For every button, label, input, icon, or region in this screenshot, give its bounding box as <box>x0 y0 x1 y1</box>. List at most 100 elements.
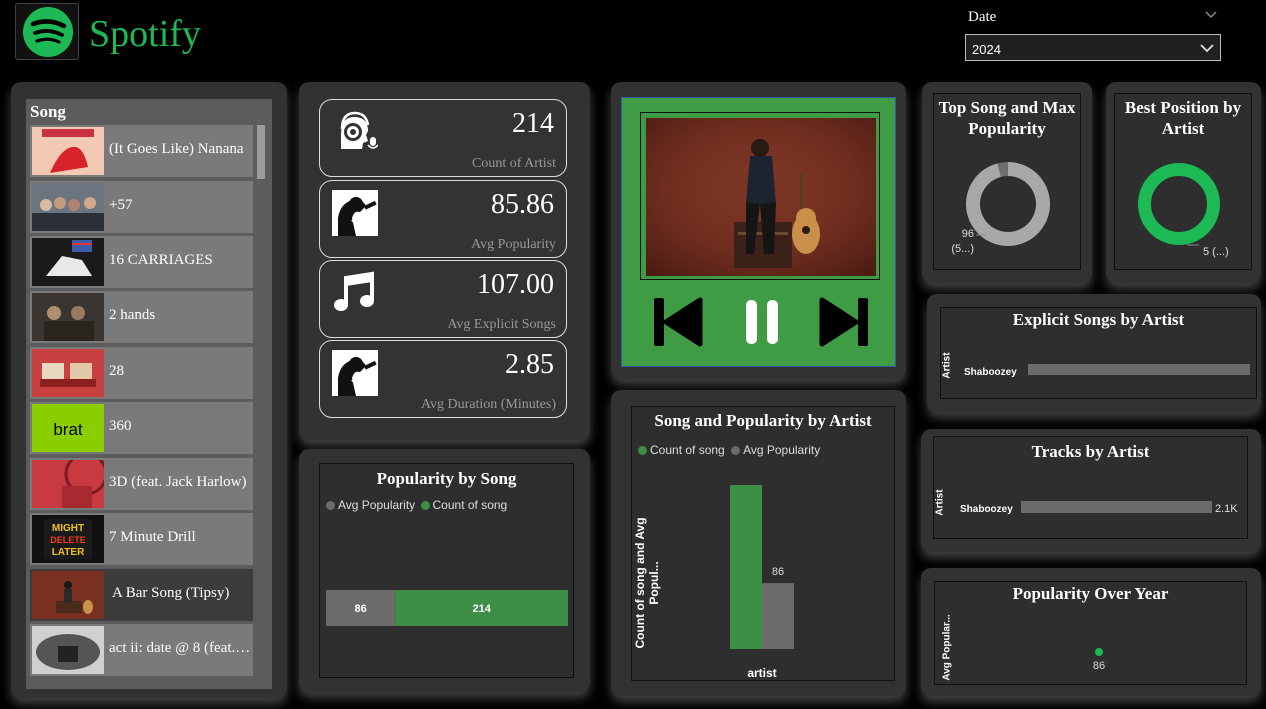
donut-chart: 5 (...) <box>1138 163 1229 258</box>
kpi-label: Avg Popularity <box>471 237 556 252</box>
bar <box>1021 501 1212 513</box>
chart-title: Top Song and Max Popularity <box>938 98 1076 138</box>
hbar-chart: Shaboozey 2.1K <box>960 501 1238 515</box>
album-art <box>32 183 104 231</box>
song-name: (It Goes Like) Nanana <box>109 141 244 157</box>
song-name: 28 <box>109 363 124 379</box>
next-icon[interactable] <box>816 296 872 348</box>
scrollbar-thumb[interactable] <box>257 125 265 179</box>
album-art <box>32 460 104 508</box>
spotify-logo-icon <box>23 7 73 57</box>
chart-title: Best Position by Artist <box>1124 98 1242 138</box>
data-label: 5 (...) <box>1203 246 1229 258</box>
singer-icon <box>332 350 378 396</box>
tracks-chart: Tracks by Artist Artist Shaboozey 2.1K <box>933 436 1248 539</box>
popularity-by-song-chart: Popularity by Song Avg Popularity Count … <box>319 463 574 678</box>
album-art: brat <box>32 404 104 452</box>
top-song-chart: Top Song and Max Popularity 96 (5...) <box>933 93 1081 270</box>
list-item[interactable]: 28 <box>30 347 253 399</box>
date-filter-label: Date <box>968 9 997 25</box>
data-label: (5...) <box>951 243 974 255</box>
chart-legend: Avg Popularity Count of song <box>326 498 507 512</box>
kpi-value: 214 <box>512 108 554 139</box>
bar-avg-popularity <box>762 583 794 649</box>
list-item[interactable]: MIGHT DELETE LATER 7 Minute Drill <box>30 513 253 565</box>
singer-icon <box>332 190 378 236</box>
donut-chart: 96 (5...) <box>951 162 1050 255</box>
donut-slice <box>1138 163 1220 245</box>
x-axis-label: artist <box>747 666 776 679</box>
list-item-selected[interactable]: A Bar Song (Tipsy) <box>30 569 253 621</box>
kpi-label: Avg Explicit Songs <box>447 317 556 332</box>
list-item[interactable]: 2 hands <box>30 291 253 343</box>
top-song-panel: Top Song and Max Popularity 96 (5...) <box>922 82 1092 283</box>
brat-text: brat <box>53 420 83 439</box>
player-panel <box>611 82 906 379</box>
popularity-by-song-panel: Popularity by Song Avg Popularity Count … <box>299 449 590 692</box>
data-point <box>1095 648 1103 656</box>
album-art <box>32 626 104 674</box>
album-art <box>32 293 104 341</box>
clustered-bar-chart: 214 86 artist <box>730 479 794 679</box>
list-item[interactable]: (It Goes Like) Nanana <box>30 125 253 177</box>
spotify-logo <box>15 3 79 60</box>
pause-icon[interactable] <box>742 296 782 348</box>
hbar-chart: Shaboozey <box>964 364 1250 378</box>
song-name: 16 CARRIAGES <box>109 252 213 268</box>
pop-over-year-panel: Popularity Over Year Avg Popular... 86 <box>921 568 1261 696</box>
category-label: Shaboozey <box>964 367 1017 378</box>
delete-text: DELETE <box>50 535 86 545</box>
player-widget <box>621 97 896 367</box>
album-cover-image <box>646 118 876 276</box>
explicit-chart: Explicit Songs by Artist Artist Shabooze… <box>940 307 1257 399</box>
kpi-card-duration: 2.85 Avg Duration (Minutes) <box>319 340 567 418</box>
album-art <box>32 571 104 619</box>
date-dropdown[interactable]: 2024 <box>965 34 1221 61</box>
chart-title: Popularity Over Year <box>1012 584 1169 603</box>
list-item[interactable]: act ii: date @ 8 (feat. Drake) <box>30 624 253 676</box>
song-name: 2 hands <box>109 307 156 323</box>
best-position-panel: Best Position by Artist 5 (...) <box>1106 82 1261 283</box>
song-pop-artist-chart: Song and Popularity by Artist Count of s… <box>631 406 895 681</box>
chart-title: Popularity by Song <box>376 469 517 488</box>
album-art <box>32 127 104 175</box>
kpi-card-artists: 214 Count of Artist <box>319 99 567 177</box>
list-item[interactable]: 16 CARRIAGES <box>30 236 253 288</box>
song-name: act ii: date @ 8 (feat. Drake) <box>109 640 251 656</box>
headphones-icon <box>340 111 378 149</box>
tracks-panel: Tracks by Artist Artist Shaboozey 2.1K <box>921 429 1261 552</box>
kpi-value: 107.00 <box>477 269 554 300</box>
stacked-bar-chart: 86 214 <box>326 590 568 626</box>
data-label: 214 <box>473 603 492 615</box>
later-text: LATER <box>52 547 85 558</box>
app-title: Spotify <box>89 13 201 55</box>
category-label: Shaboozey <box>960 504 1013 515</box>
kpi-card-popularity: 85.86 Avg Popularity <box>319 180 567 258</box>
song-name: 3D (feat. Jack Harlow) <box>109 474 247 490</box>
song-list-header: Song <box>30 102 66 121</box>
scatter-chart: 86 <box>1093 648 1105 672</box>
kpi-panel: 214 Count of Artist 85.86 Avg Popularity… <box>299 82 590 440</box>
kpi-label: Count of Artist <box>471 156 556 171</box>
chevron-down-icon <box>1200 44 1214 53</box>
data-label: 86 <box>772 566 784 578</box>
album-art <box>32 349 104 397</box>
chart-title: Song and Popularity by Artist <box>654 411 872 430</box>
list-item[interactable]: brat 360 <box>30 402 253 454</box>
might-text: MIGHT <box>52 523 84 534</box>
album-art <box>32 238 104 286</box>
previous-icon[interactable] <box>650 296 706 348</box>
list-item[interactable]: +57 <box>30 181 253 233</box>
legend-item: Count of song <box>432 498 508 512</box>
list-item[interactable]: 3D (feat. Jack Harlow) <box>30 458 253 510</box>
chevron-down-icon[interactable] <box>1204 8 1218 22</box>
legend-item: Avg Popularity <box>743 443 821 457</box>
song-name: 7 Minute Drill <box>109 529 196 545</box>
date-dropdown-value: 2024 <box>972 42 1001 57</box>
chart-title: Tracks by Artist <box>1031 442 1150 461</box>
kpi-value: 2.85 <box>505 349 554 380</box>
chart-legend: Count of song Avg Popularity <box>638 443 820 457</box>
song-name: 360 <box>109 418 132 434</box>
bar-count-of-song <box>730 485 762 649</box>
song-list-panel: Song (It Goes Like) Nanana +57 16 CARRIA… <box>11 82 287 698</box>
